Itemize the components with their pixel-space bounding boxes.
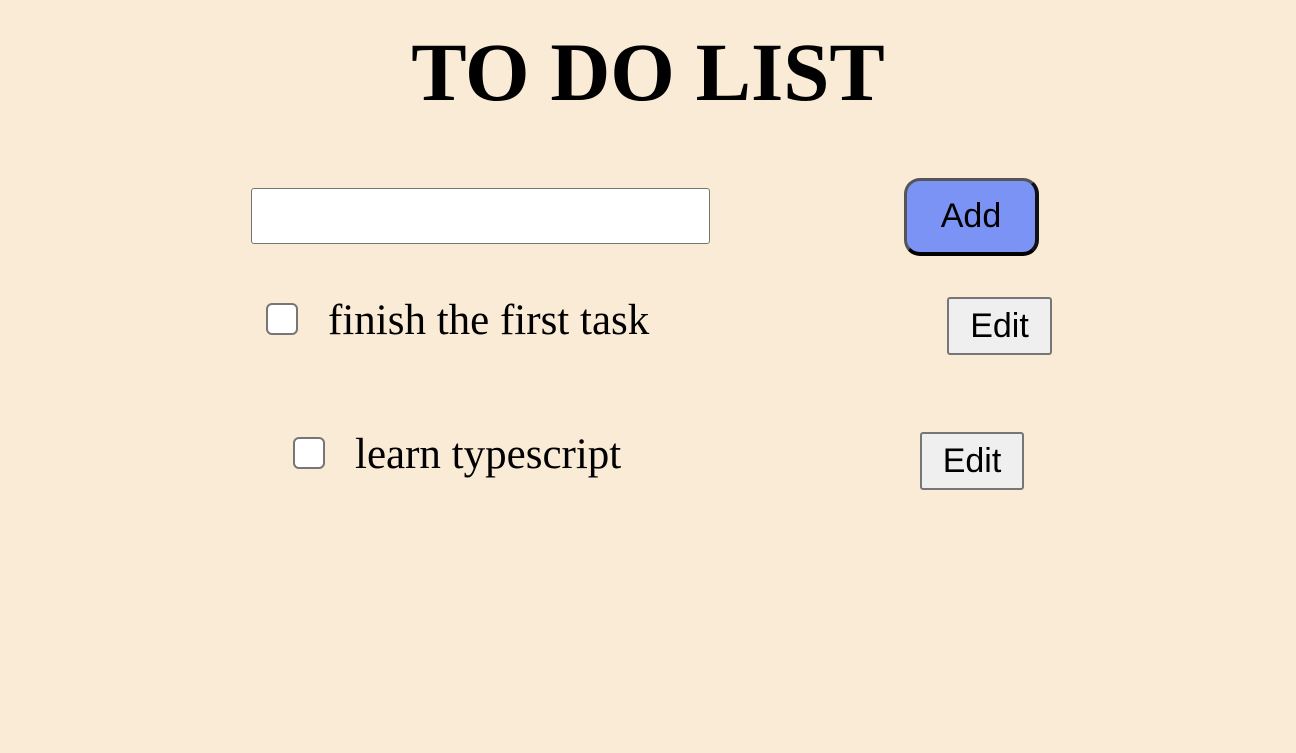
- edit-button[interactable]: Edit: [920, 432, 1024, 490]
- new-task-input[interactable]: [251, 188, 710, 244]
- edit-button[interactable]: Edit: [947, 297, 1052, 355]
- todo-text: learn typescript: [355, 431, 622, 478]
- todo-text: finish the first task: [328, 297, 650, 344]
- todo-checkbox[interactable]: [293, 437, 325, 469]
- todo-checkbox[interactable]: [266, 303, 298, 335]
- add-button[interactable]: Add: [904, 178, 1039, 256]
- page-title: TO DO LIST: [411, 26, 885, 118]
